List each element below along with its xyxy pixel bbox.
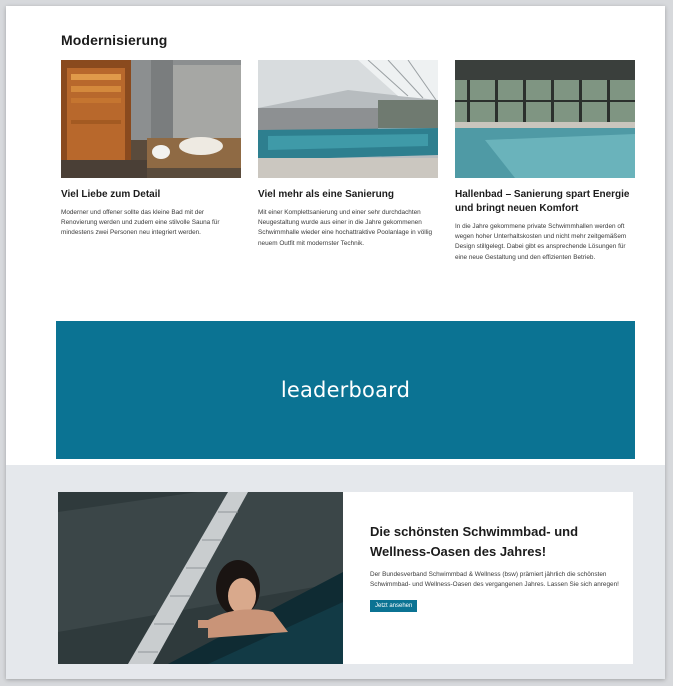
card-text: In die Jahre gekommene private Schwimmha… [455,223,627,261]
feature-teaser[interactable]: Die schönsten Schwimmbad- und Wellness-O… [58,492,633,664]
card-text: Mit einer Komplettsanierung und einer se… [258,209,433,247]
woman-in-pool-photo[interactable] [58,492,343,664]
feature-text: Der Bundesverband Schwimmbad & Wellness … [370,571,619,589]
feature-title[interactable]: Die schönsten Schwimmbad- und Wellness-O… [370,522,620,562]
leaderboard-ad[interactable]: leaderboard [56,321,635,459]
view-now-button[interactable]: Jetzt ansehen [370,600,418,613]
section-title: Modernisierung [61,32,168,48]
feature-body: Die schönsten Schwimmbad- und Wellness-O… [370,522,620,613]
card-title[interactable]: Viel mehr als eine Sanierung [258,188,438,202]
article-card[interactable]: Viel mehr als eine Sanierung Mit einer K… [258,60,438,249]
feature-band: Die schönsten Schwimmbad- und Wellness-O… [6,465,665,679]
page: Modernisierung Viel Liebe zum Detail Mod… [6,6,665,679]
article-card[interactable]: Hallenbad – Sanierung spart Energie und … [455,60,635,263]
sauna-photo[interactable] [61,60,241,178]
card-title[interactable]: Hallenbad – Sanierung spart Energie und … [455,188,635,216]
indoor-pool-photo[interactable] [258,60,438,178]
card-text: Moderner und offener sollte das kleine B… [61,209,220,237]
leaderboard-label: leaderboard [280,378,411,402]
card-title[interactable]: Viel Liebe zum Detail [61,188,241,202]
article-cards: Viel Liebe zum Detail Moderner und offen… [61,60,635,290]
hallenbad-photo[interactable] [455,60,635,178]
article-card[interactable]: Viel Liebe zum Detail Moderner und offen… [61,60,241,239]
